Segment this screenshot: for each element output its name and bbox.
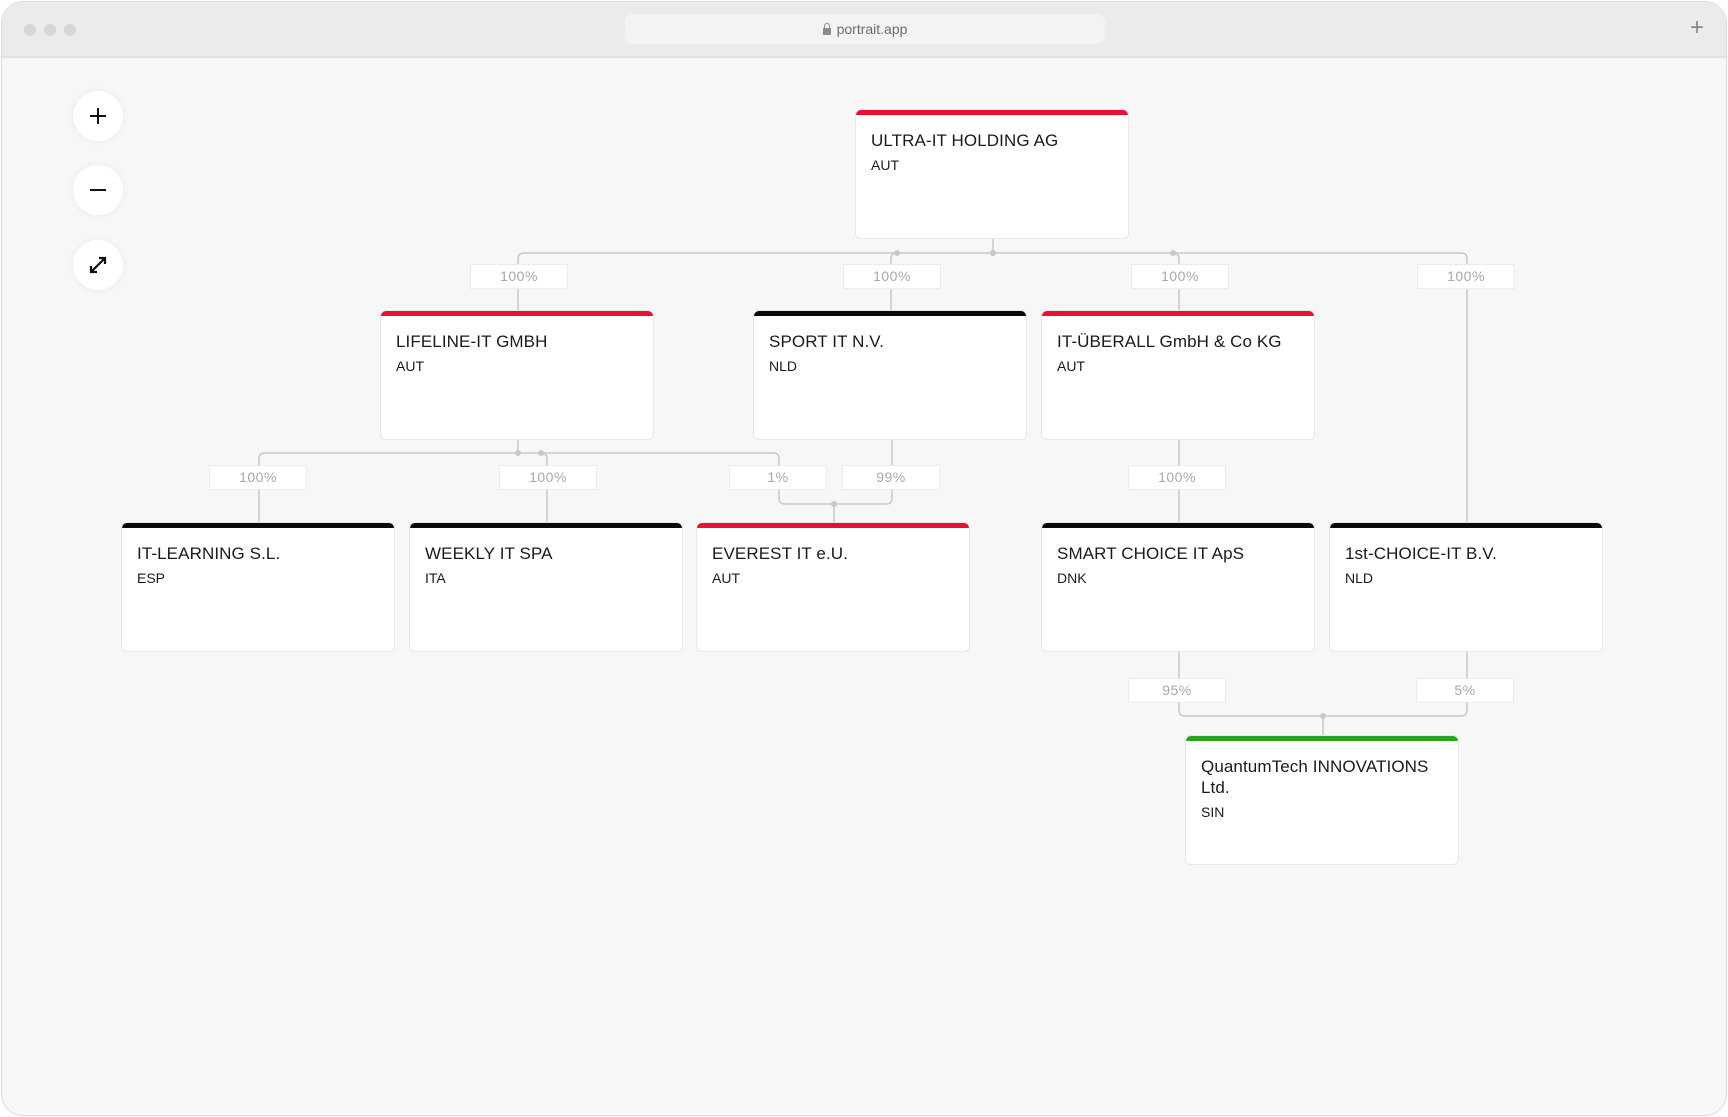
status-bar bbox=[1186, 736, 1458, 741]
ownership-share-label: 100% bbox=[499, 465, 597, 490]
status-bar bbox=[1330, 523, 1602, 528]
minus-icon bbox=[90, 189, 106, 191]
entity-name: IT-ÜBERALL GmbH & Co KG bbox=[1057, 332, 1282, 351]
browser-titlebar: portrait.app + bbox=[2, 2, 1726, 58]
url-text: portrait.app bbox=[836, 21, 908, 37]
entity-card-ultra[interactable]: ULTRA-IT HOLDING AG AUT bbox=[856, 110, 1128, 238]
window-close-button[interactable] bbox=[24, 24, 36, 36]
entity-name: 1st-CHOICE-IT B.V. bbox=[1345, 544, 1498, 563]
fit-to-screen-button[interactable] bbox=[73, 240, 123, 290]
entity-name: IT-LEARNING S.L. bbox=[137, 544, 281, 563]
entity-card-smart[interactable]: SMART CHOICE IT ApS DNK bbox=[1042, 523, 1314, 651]
entity-country: AUT bbox=[1057, 358, 1085, 374]
entity-card-lifeline[interactable]: LIFELINE-IT GMBH AUT bbox=[381, 311, 653, 439]
org-chart-canvas[interactable]: ULTRA-IT HOLDING AG AUT LIFELINE-IT GMBH AU… bbox=[2, 58, 1726, 1115]
entity-country: SIN bbox=[1201, 804, 1225, 820]
entity-card-quantum[interactable]: QuantumTech INNOVATIONS Ltd. SIN bbox=[1186, 736, 1458, 864]
junction-dot bbox=[538, 450, 544, 456]
entity-country: NLD bbox=[769, 358, 798, 374]
entity-country: AUT bbox=[396, 358, 424, 374]
zoom-in-button[interactable] bbox=[73, 91, 123, 141]
ownership-share-label: 100% bbox=[1417, 264, 1515, 289]
expand-icon bbox=[89, 256, 107, 274]
junction-dot bbox=[990, 250, 996, 256]
junction-dot bbox=[1170, 250, 1176, 256]
ownership-share-label: 100% bbox=[1131, 264, 1229, 289]
entity-name: SPORT IT N.V. bbox=[769, 332, 884, 351]
status-bar bbox=[381, 311, 653, 316]
entity-card-firstchoice[interactable]: 1st-CHOICE-IT B.V. NLD bbox=[1330, 523, 1602, 651]
entity-country: ITA bbox=[425, 570, 446, 586]
status-bar bbox=[122, 523, 394, 528]
status-bar bbox=[754, 311, 1026, 316]
entity-name: ULTRA-IT HOLDING AG bbox=[871, 131, 1059, 150]
address-bar[interactable]: portrait.app bbox=[625, 14, 1105, 44]
junction-dot bbox=[515, 450, 521, 456]
ownership-share-label: 5% bbox=[1416, 678, 1514, 703]
lock-icon bbox=[822, 22, 831, 35]
status-bar bbox=[697, 523, 969, 528]
entity-card-sport[interactable]: SPORT IT N.V. NLD bbox=[754, 311, 1026, 439]
browser-window: portrait.app + ULTRA-IT HOLDING AG AUT LIF… bbox=[1, 1, 1727, 1116]
entity-country: AUT bbox=[712, 570, 740, 586]
entity-name: QuantumTech INNOVATIONS Ltd. bbox=[1201, 757, 1429, 797]
entity-country: ESP bbox=[137, 570, 166, 586]
ownership-share-label: 100% bbox=[1128, 465, 1226, 490]
entity-country: AUT bbox=[871, 157, 899, 173]
entity-country: NLD bbox=[1345, 570, 1374, 586]
junction-dot bbox=[831, 501, 837, 507]
junction-dot bbox=[894, 250, 900, 256]
window-minimize-button[interactable] bbox=[44, 24, 56, 36]
plus-icon bbox=[90, 108, 106, 124]
entity-name: EVEREST IT e.U. bbox=[712, 544, 848, 563]
entity-card-itlearning[interactable]: IT-LEARNING S.L. ESP bbox=[122, 523, 394, 651]
entity-name: SMART CHOICE IT ApS bbox=[1057, 544, 1245, 563]
entity-name: LIFELINE-IT GMBH bbox=[396, 332, 548, 351]
entity-card-weekly[interactable]: WEEKLY IT SPA ITA bbox=[410, 523, 682, 651]
ownership-share-label: 99% bbox=[842, 465, 940, 490]
status-bar bbox=[410, 523, 682, 528]
window-maximize-button[interactable] bbox=[64, 24, 76, 36]
ownership-share-label: 100% bbox=[470, 264, 568, 289]
zoom-out-button[interactable] bbox=[73, 165, 123, 215]
ownership-share-label: 95% bbox=[1128, 678, 1226, 703]
ownership-share-label: 100% bbox=[209, 465, 307, 490]
entity-card-everest[interactable]: EVEREST IT e.U. AUT bbox=[697, 523, 969, 651]
status-bar bbox=[1042, 311, 1314, 316]
entity-card-ueberall[interactable]: IT-ÜBERALL GmbH & Co KG AUT bbox=[1042, 311, 1314, 439]
ownership-share-label: 1% bbox=[729, 465, 827, 490]
entity-name: WEEKLY IT SPA bbox=[425, 544, 553, 563]
new-tab-button[interactable]: + bbox=[1690, 16, 1704, 40]
entity-country: DNK bbox=[1057, 570, 1087, 586]
status-bar bbox=[856, 110, 1128, 115]
junction-dot bbox=[1320, 713, 1326, 719]
ownership-share-label: 100% bbox=[843, 264, 941, 289]
status-bar bbox=[1042, 523, 1314, 528]
